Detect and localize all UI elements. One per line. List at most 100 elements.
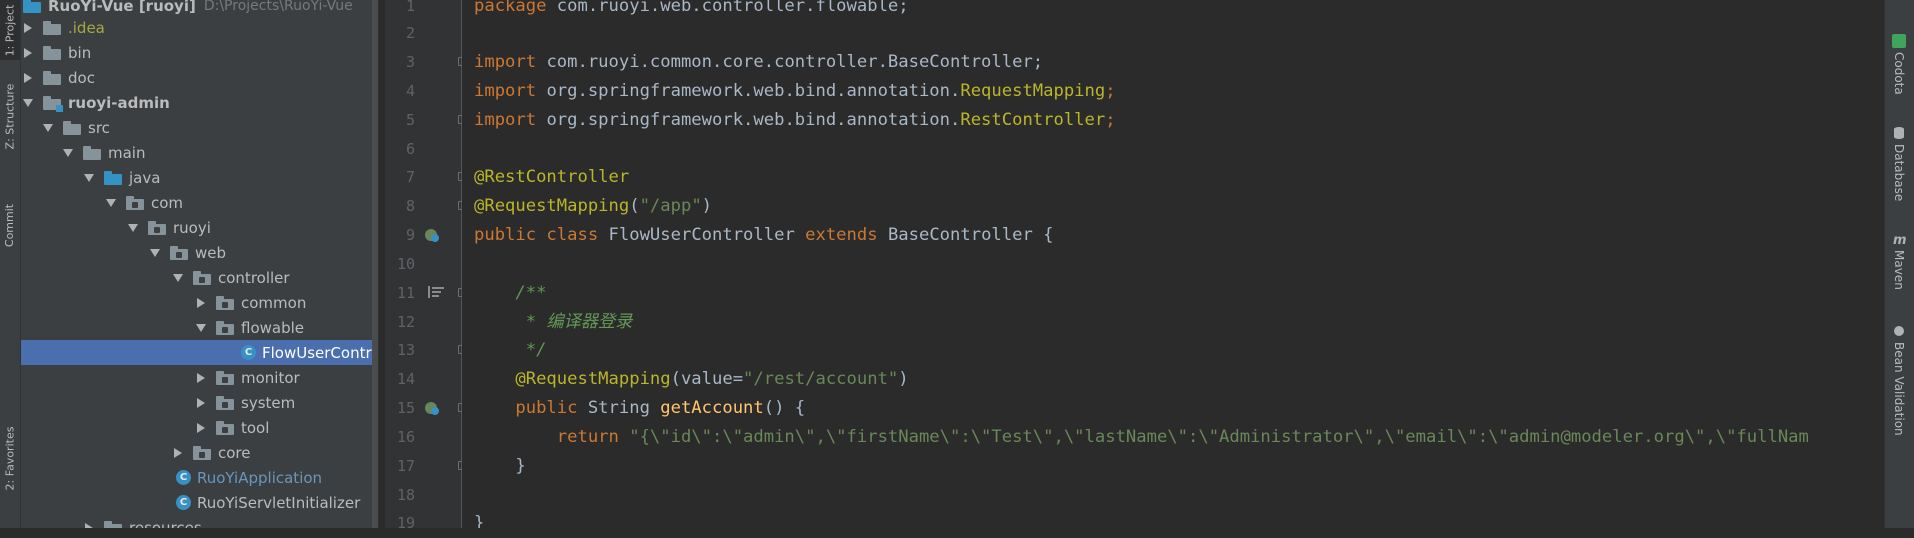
keyword-token: public class [474,225,609,245]
keyword-token: import [474,81,537,101]
line-number: 13 [396,341,415,359]
tab-bean-validation[interactable]: Bean Validation [1884,324,1914,436]
tab-database[interactable]: Database [1884,126,1914,201]
chevron-right-icon[interactable] [196,397,206,408]
tree-item-flowable[interactable]: flowable [21,315,372,340]
tree-item-main[interactable]: main [21,140,372,165]
folder-icon [43,20,61,35]
svg-text:m: m [1893,233,1906,246]
project-tree: RuoYi-Vue [ruoyi] D:\Projects\RuoYi-Vue … [21,0,372,528]
tree-item-ruoyi-admin[interactable]: ruoyi-admin [21,90,372,115]
chevron-down-icon[interactable] [128,223,138,233]
tree-item-label: FlowUserController [262,343,372,362]
line-number: 10 [396,255,415,273]
chevron-down-icon[interactable] [23,98,33,108]
chevron-right-icon[interactable] [173,447,183,458]
chevron-down-icon[interactable] [196,323,206,333]
tree-item-label: tool [241,418,270,437]
tree-item-java[interactable]: java [21,165,372,190]
tab-maven[interactable]: m Maven [1884,232,1914,290]
chevron-down-icon[interactable] [43,123,53,133]
line-number: 16 [396,428,415,446]
tab-favorites[interactable]: 2: Favorites [0,408,20,508]
code-token: (value= [670,369,744,389]
line-number: 5 [405,111,415,129]
tab-maven-label: Maven [1892,250,1906,290]
tree-item-label: core [218,443,251,462]
tree-item-web[interactable]: web [21,240,372,265]
line-number: 17 [396,457,415,475]
chevron-right-icon[interactable] [196,297,206,308]
tree-item-common[interactable]: common [21,290,372,315]
chevron-right-icon[interactable] [196,422,206,433]
javadoc-toggle-icon[interactable] [428,286,444,298]
tree-item-label: flowable [241,318,305,337]
code-token: ( [629,196,640,216]
keyword-token: import [474,52,537,72]
line-number: 7 [405,168,415,186]
line-number: 19 [396,514,415,532]
tab-project[interactable]: 1: Project [0,0,20,60]
code-editor[interactable]: package com.ruoyi.web.controller.flowabl… [462,0,1884,528]
chevron-down-icon[interactable] [63,148,73,158]
tree-item-com[interactable]: com [21,190,372,215]
chevron-right-icon[interactable] [196,372,206,383]
tree-item-controller[interactable]: controller [21,265,372,290]
spring-bean-icon[interactable] [424,400,440,416]
annotation-token: RequestMapping [960,81,1106,101]
tree-item-resources[interactable]: resources [21,515,372,528]
code-line-1: package com.ruoyi.web.controller.flowabl… [474,0,909,21]
annotation-token: @RequestMapping [474,369,671,389]
source-folder-icon [104,170,122,185]
code-token: ) [898,369,909,389]
tree-item-label: java [129,168,161,187]
method-name-token: getAccount [660,398,764,418]
code-token: () { [763,398,806,418]
tab-commit[interactable]: Commit [0,190,20,260]
tree-item-bin[interactable]: bin [21,40,372,65]
annotation-token: RestController [960,110,1106,130]
tree-item-src[interactable]: src [21,115,372,140]
string-token: "/rest/account" [743,369,899,389]
chevron-right-icon[interactable] [84,522,94,528]
tree-item-label: bin [68,43,92,62]
tree-item-ruoyiservletinitializer[interactable]: C RuoYiServletInitializer [21,490,372,515]
tree-item-flowusercontroller[interactable]: C FlowUserController [21,340,372,365]
chevron-right-icon[interactable] [23,22,33,33]
tree-item-core[interactable]: core [21,440,372,465]
chevron-down-icon[interactable] [84,173,94,183]
tab-project-label: 1: Project [3,4,17,56]
tree-item-label: src [88,118,110,137]
package-icon [216,370,234,385]
code-line-14: @RequestMapping(value="/rest/account") [474,365,909,394]
tab-structure[interactable]: Z: Structure [0,66,20,166]
code-token: FlowUserController [608,225,806,245]
keyword-token: import [474,110,537,130]
tree-item-monitor[interactable]: monitor [21,365,372,390]
tree-item-doc[interactable]: doc [21,65,372,90]
code-line-16: return "{\"id\":\"admin\",\"firstName\":… [474,423,1809,452]
line-number: 14 [396,370,415,388]
tree-item-system[interactable]: system [21,390,372,415]
tab-commit-label: Commit [3,203,17,247]
string-token: "{\"id\":\"admin\",\"firstName\":\"Test\… [629,427,1809,447]
package-icon [216,295,234,310]
tab-favorites-label: 2: Favorites [3,426,17,490]
tree-item-tool[interactable]: tool [21,415,372,440]
chevron-down-icon[interactable] [106,198,116,208]
tree-item-ruoyi[interactable]: ruoyi [21,215,372,240]
tree-item-ruoyiapplication[interactable]: C RuoYiApplication [21,465,372,490]
tree-item-label: RuoYiServletInitializer [197,493,361,512]
code-line-17: } [474,456,526,476]
tree-item-idea[interactable]: .idea [21,15,372,40]
chevron-right-icon[interactable] [23,47,33,58]
tab-codota[interactable]: Codota [1884,34,1914,95]
tree-root-label: RuoYi-Vue [ruoyi] [48,0,196,15]
chevron-down-icon[interactable] [173,273,183,283]
spring-bean-icon[interactable] [424,227,440,243]
chevron-down-icon[interactable] [150,248,160,258]
code-line-11: /** [474,283,547,303]
tree-item-label: common [241,293,307,312]
chevron-right-icon[interactable] [23,72,33,83]
folder-icon [104,520,122,528]
